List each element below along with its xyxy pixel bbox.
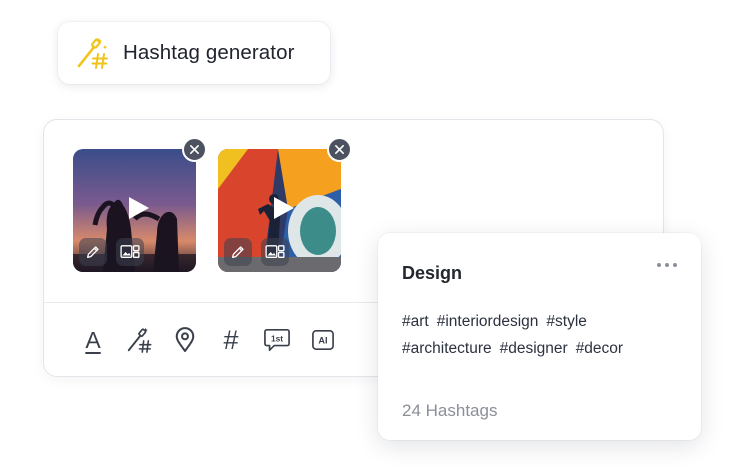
text-format-icon: A bbox=[85, 326, 101, 353]
media-thumbnail[interactable] bbox=[73, 137, 207, 272]
play-icon[interactable] bbox=[270, 195, 296, 221]
hashtag-generator-icon bbox=[127, 327, 152, 353]
hashtag-chip[interactable]: #designer bbox=[500, 340, 568, 357]
hashtag-chip[interactable]: #art bbox=[402, 313, 429, 330]
more-dot bbox=[665, 263, 669, 267]
close-icon bbox=[335, 145, 344, 154]
hashtag-generator-pill[interactable]: Hashtag generator bbox=[58, 22, 330, 84]
hashtag-count: 24 Hashtags bbox=[402, 401, 498, 420]
hashtag-generator-button[interactable] bbox=[124, 325, 154, 355]
pencil-icon bbox=[87, 246, 99, 258]
media-thumbnail[interactable] bbox=[218, 137, 352, 272]
more-dots-icon bbox=[657, 263, 661, 267]
edit-media-button[interactable] bbox=[224, 238, 252, 266]
image-layout-icon bbox=[265, 245, 285, 258]
location-button[interactable] bbox=[170, 325, 200, 355]
location-pin-icon bbox=[175, 327, 195, 353]
svg-text:AI: AI bbox=[318, 336, 327, 346]
edit-media-button[interactable] bbox=[79, 238, 107, 266]
close-icon bbox=[190, 145, 199, 154]
more-options-button[interactable] bbox=[657, 263, 677, 267]
remove-media-button[interactable] bbox=[182, 137, 207, 162]
ai-assistant-icon: AI bbox=[312, 330, 334, 350]
play-icon[interactable] bbox=[125, 195, 151, 221]
ai-assistant-button[interactable]: AI bbox=[308, 325, 338, 355]
media-layout-button[interactable] bbox=[116, 238, 144, 266]
composer-toolbar: A # 1st AI bbox=[78, 324, 354, 356]
image-layout-icon bbox=[120, 245, 140, 258]
hashtag-chip[interactable]: #interiordesign bbox=[437, 313, 539, 330]
hashtag-list: #art #interiordesign #style #architecture #… bbox=[402, 308, 692, 362]
hashtag-chip[interactable]: #architecture bbox=[402, 340, 492, 357]
hashtag-group-card[interactable]: Design #art #interiordesign #style #archit… bbox=[378, 233, 701, 440]
text-format-button[interactable]: A bbox=[78, 325, 108, 355]
hashtag-button[interactable]: # bbox=[216, 325, 246, 355]
hashtag-icon: # bbox=[223, 324, 239, 355]
hashtag-chip[interactable]: #style bbox=[546, 313, 587, 330]
first-comment-icon: 1st bbox=[264, 328, 290, 352]
generator-title: Hashtag generator bbox=[123, 41, 295, 64]
hashtag-chip[interactable]: #decor bbox=[576, 340, 623, 357]
svg-text:1st: 1st bbox=[271, 333, 283, 343]
magic-wand-hashtag-icon bbox=[74, 35, 110, 71]
pencil-icon bbox=[232, 246, 244, 258]
first-comment-button[interactable]: 1st bbox=[262, 325, 292, 355]
media-layout-button[interactable] bbox=[261, 238, 289, 266]
hashtag-group-title: Design bbox=[402, 263, 463, 283]
remove-media-button[interactable] bbox=[327, 137, 352, 162]
more-dot bbox=[673, 263, 677, 267]
